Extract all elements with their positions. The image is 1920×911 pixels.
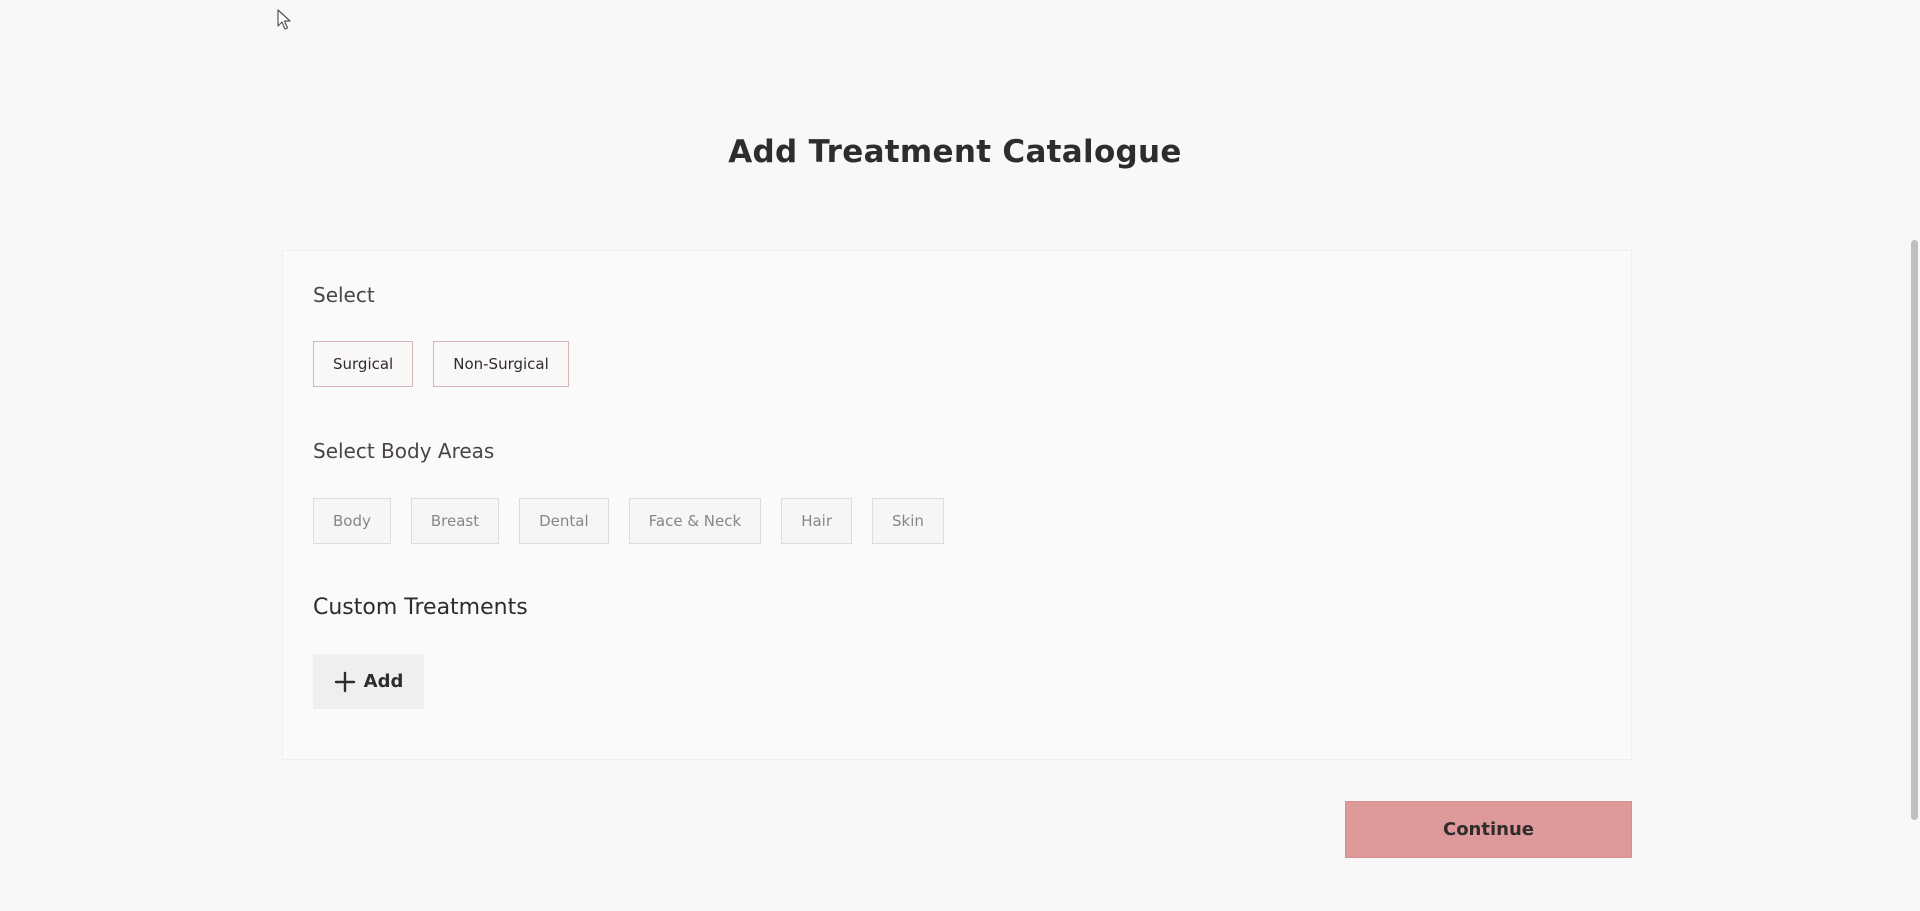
body-areas-label: Select Body Areas: [313, 439, 495, 463]
body-area-skin[interactable]: Skin: [872, 498, 944, 544]
plus-icon: [334, 671, 355, 692]
treatment-type-group: Surgical Non-Surgical: [313, 341, 569, 387]
mouse-pointer-icon: [277, 9, 291, 30]
page-title: Add Treatment Catalogue: [728, 134, 1182, 170]
body-area-body[interactable]: Body: [313, 498, 391, 544]
add-custom-treatment-button[interactable]: Add: [313, 654, 424, 709]
body-area-face-neck[interactable]: Face & Neck: [628, 498, 762, 544]
continue-button[interactable]: Continue: [1345, 801, 1632, 858]
custom-treatments-heading: Custom Treatments: [313, 595, 528, 620]
body-area-hair[interactable]: Hair: [781, 498, 853, 544]
body-area-dental[interactable]: Dental: [519, 498, 609, 544]
select-label: Select: [313, 283, 375, 307]
option-non-surgical[interactable]: Non-Surgical: [433, 341, 569, 387]
body-areas-group: Body Breast Dental Face & Neck Hair Skin: [313, 498, 944, 544]
scrollbar-thumb[interactable]: [1911, 240, 1918, 820]
option-surgical[interactable]: Surgical: [313, 341, 414, 387]
add-button-label: Add: [363, 671, 404, 692]
catalogue-card: Select Surgical Non-Surgical Select Body…: [282, 250, 1632, 760]
page: Add Treatment Catalogue Select Surgical …: [0, 0, 1920, 911]
body-area-breast[interactable]: Breast: [410, 498, 500, 544]
